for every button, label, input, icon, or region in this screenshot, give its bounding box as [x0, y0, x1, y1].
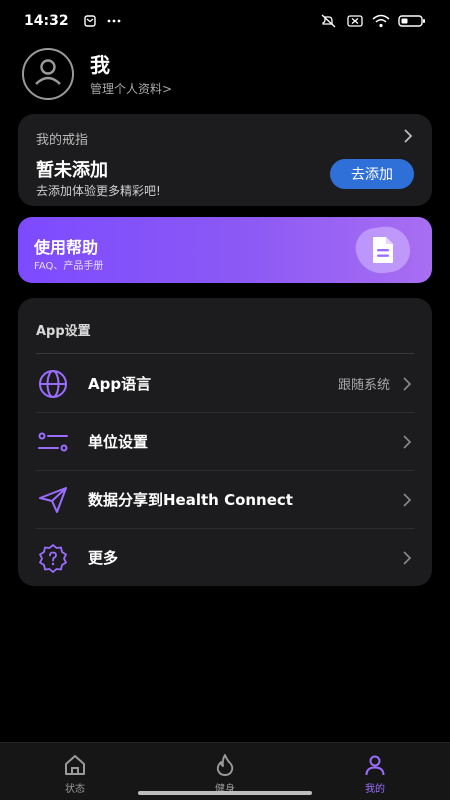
chevron-right-icon [400, 376, 414, 391]
status-right-icons [320, 14, 426, 28]
settings-divider [36, 353, 414, 354]
settings-row-health-connect[interactable]: 数据分享到Health Connect [36, 471, 414, 528]
more-dots-icon [105, 14, 123, 28]
document-icon [353, 223, 413, 277]
settings-row-label: 单位设置 [88, 433, 149, 451]
ring-status-title: 暂未添加 [36, 160, 108, 181]
settings-row-language[interactable]: App语言 跟随系统 [36, 355, 414, 412]
status-bar: 14:32 [0, 0, 450, 42]
no-sim-icon [346, 14, 364, 28]
settings-row-label: 更多 [88, 549, 119, 567]
notification-icon [81, 14, 99, 28]
add-ring-button[interactable]: 去添加 [330, 159, 414, 189]
settings-row-units[interactable]: 单位设置 [36, 413, 414, 470]
help-badge-icon [36, 541, 70, 575]
ring-status-description: 去添加体验更多精彩吧! [36, 184, 161, 198]
home-indicator[interactable] [138, 791, 312, 795]
profile-name: 我 [90, 52, 110, 77]
chevron-right-icon [400, 492, 414, 507]
status-time: 14:32 [24, 13, 69, 29]
wifi-icon [372, 14, 390, 28]
tab-status[interactable]: 状态 [0, 743, 150, 800]
chevron-right-icon [400, 550, 414, 565]
help-banner[interactable]: 使用帮助 FAQ、产品手册 [18, 217, 432, 283]
nav-label: 我的 [365, 784, 385, 795]
settings-row-label: App语言 [88, 375, 152, 393]
manage-profile-link[interactable]: 管理个人资料> [90, 80, 172, 97]
profile-text: 我 管理个人资料> [90, 52, 172, 97]
my-ring-card[interactable]: 我的戒指 暂未添加 去添加体验更多精彩吧! 去添加 [18, 114, 432, 206]
settings-row-more[interactable]: 更多 [36, 529, 414, 586]
flame-icon [213, 753, 237, 777]
mute-icon [320, 14, 338, 28]
chevron-right-icon[interactable] [400, 128, 416, 144]
help-subtitle: FAQ、产品手册 [34, 261, 104, 272]
settings-header: App设置 [36, 324, 91, 339]
home-icon [63, 753, 87, 777]
avatar[interactable] [22, 48, 74, 100]
ring-card-label: 我的戒指 [36, 133, 89, 148]
help-title: 使用帮助 [34, 238, 99, 257]
person-avatar-icon [31, 55, 65, 93]
profile-header[interactable]: 我 管理个人资料> [22, 48, 172, 100]
tab-mine[interactable]: 我的 [300, 743, 450, 800]
person-icon [363, 753, 387, 777]
send-icon [36, 483, 70, 517]
status-left-icons [81, 14, 123, 28]
chevron-right-icon [400, 434, 414, 449]
globe-icon [36, 367, 70, 401]
app-settings-card: App设置 App语言 跟随系统 单位设置 数据分享到Health Connec… [18, 298, 432, 586]
nav-label: 状态 [65, 784, 85, 795]
battery-icon [398, 14, 426, 28]
sliders-icon [36, 425, 70, 459]
settings-row-value: 跟随系统 [337, 378, 390, 393]
settings-row-label: 数据分享到Health Connect [88, 491, 293, 509]
